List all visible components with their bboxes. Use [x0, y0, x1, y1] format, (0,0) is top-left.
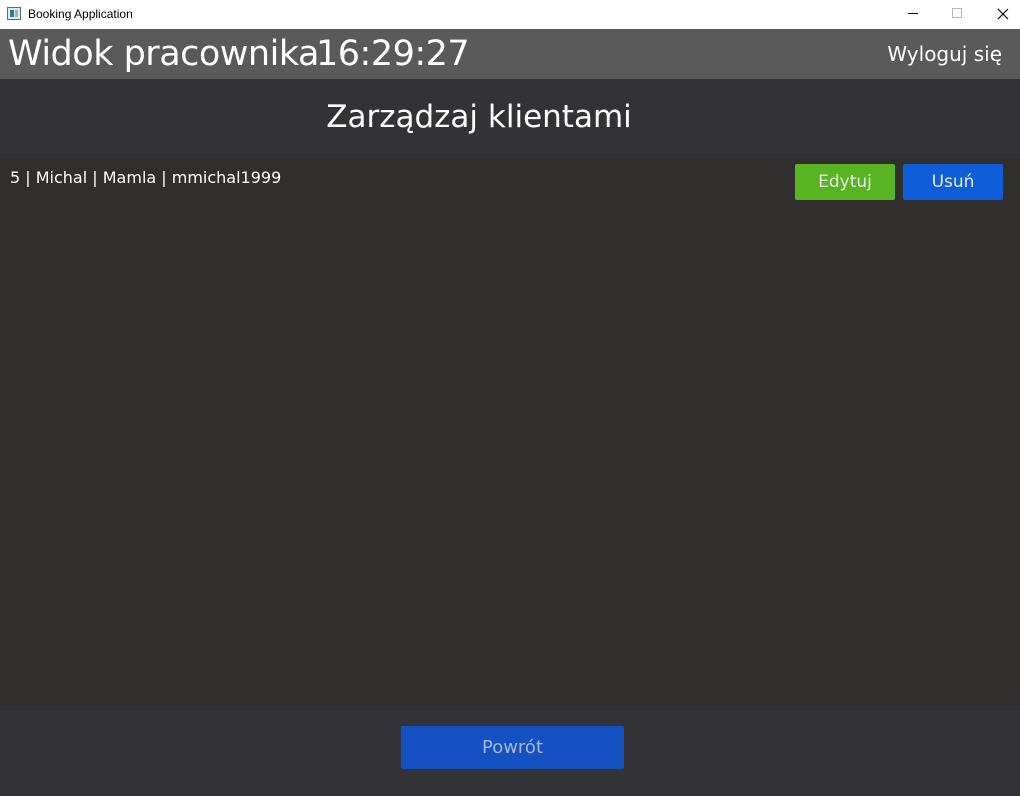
logout-link[interactable]: Wyloguj się: [887, 41, 1002, 67]
header-clock: 16:29:27: [316, 34, 470, 74]
client-list[interactable]: 5 | Michal | Mamla | mmichal1999 Edytuj …: [0, 158, 1020, 706]
page-title: Zarządzaj klientami: [326, 99, 632, 135]
app-window: Booking Application Widok pracownika 16:…: [0, 0, 1020, 796]
minimize-icon[interactable]: [890, 0, 936, 29]
delete-button[interactable]: Usuń: [903, 164, 1003, 200]
list-item[interactable]: 5 | Michal | Mamla | mmichal1999 Edytuj …: [0, 158, 1020, 206]
window-titlebar[interactable]: Booking Application: [0, 0, 1020, 29]
back-button[interactable]: Powrót: [401, 726, 624, 769]
edit-button[interactable]: Edytuj: [795, 164, 895, 200]
app-icon: [7, 7, 21, 20]
close-icon[interactable]: [980, 0, 1020, 29]
maximize-icon[interactable]: [934, 0, 980, 29]
app-header: Widok pracownika 16:29:27 Wyloguj się: [0, 29, 1020, 79]
header-title: Widok pracownika: [8, 34, 319, 74]
client-info: 5 | Michal | Mamla | mmichal1999: [10, 168, 282, 187]
window-title: Booking Application: [28, 7, 133, 21]
